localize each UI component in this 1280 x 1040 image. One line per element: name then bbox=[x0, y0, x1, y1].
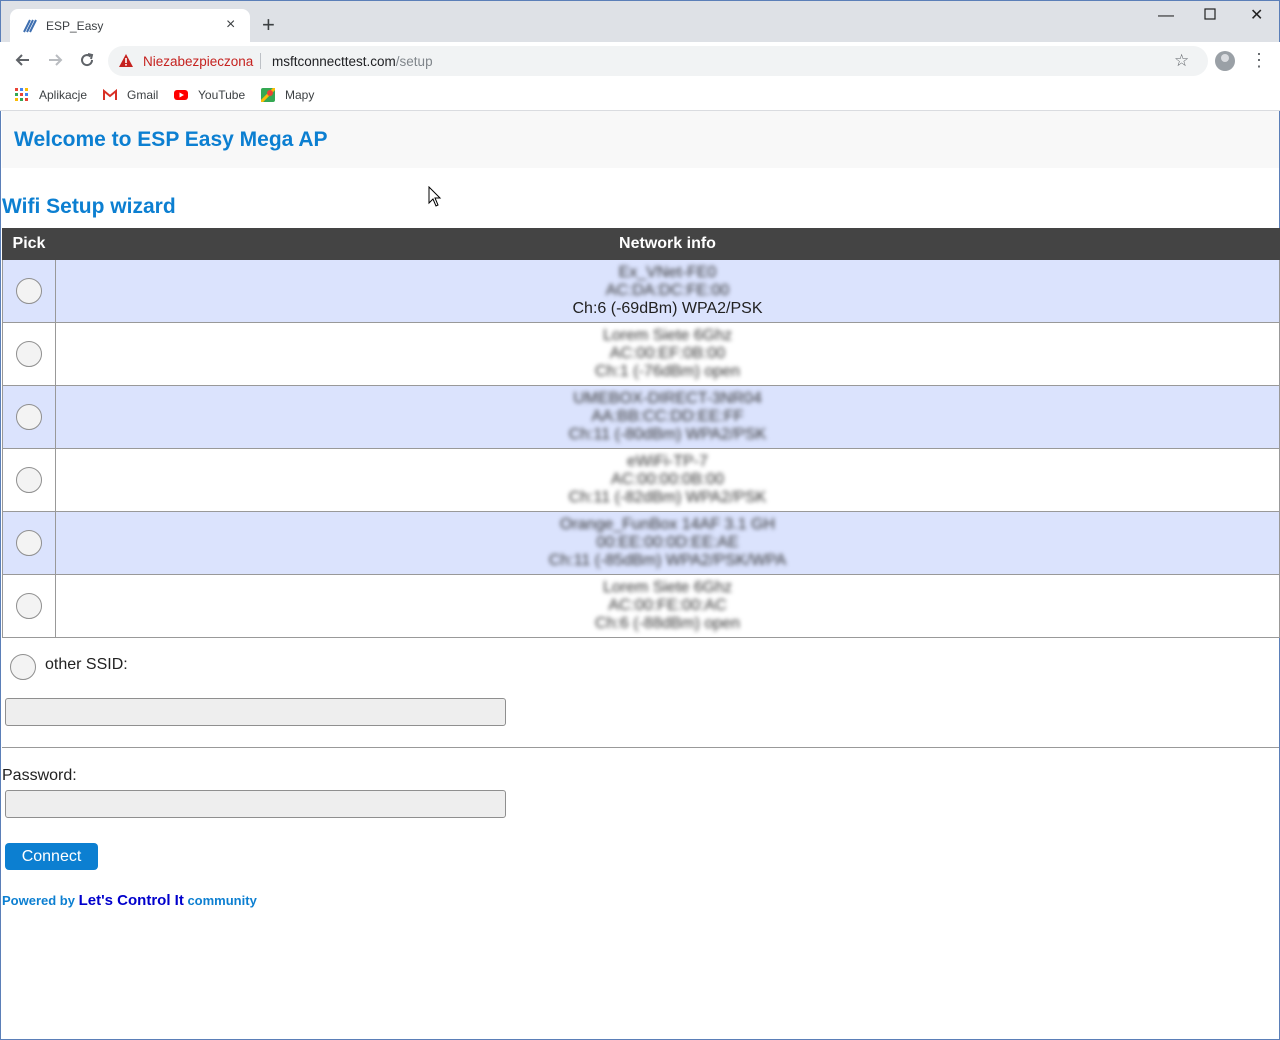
network-details: Ch:11 (-80dBm) WPA2/PSK bbox=[568, 426, 767, 443]
network-radio[interactable] bbox=[16, 404, 42, 430]
browser-toolbar: Niezabezpieczona msftconnecttest.com/set… bbox=[0, 42, 1280, 80]
bookmark-label: Aplikacje bbox=[39, 88, 88, 102]
table-row[interactable]: Lorem Siete 6Ghz AC:00:EF:0B:00 Ch:1 (-76d… bbox=[2, 322, 1280, 386]
network-ssid: Lorem Siete 6Ghz bbox=[603, 579, 732, 596]
gmail-icon bbox=[103, 88, 117, 100]
network-radio[interactable] bbox=[16, 467, 42, 493]
network-info-cell: Ex_VNet-FE0 AC:DA:DC:FE:00 Ch:6 (-69dBm) W… bbox=[55, 259, 1280, 323]
bookmarks-bar: Aplikacje Gmail YouTube Mapy bbox=[0, 80, 1280, 111]
url-text[interactable]: msftconnecttest.com/setup bbox=[272, 54, 433, 69]
footer-prefix: Powered by bbox=[2, 893, 75, 908]
network-info-cell: UMEBOX-DIRECT-3NR04 AA:BB:CC:DD:EE:FF Ch:1… bbox=[55, 385, 1280, 449]
mouse-cursor-icon bbox=[428, 186, 442, 207]
column-header-pick: Pick bbox=[2, 228, 56, 260]
network-ssid: UMEBOX-DIRECT-3NR04 bbox=[573, 390, 762, 407]
password-input[interactable] bbox=[5, 790, 506, 818]
pick-cell bbox=[2, 322, 56, 386]
bookmark-label: Gmail bbox=[127, 88, 159, 102]
address-separator bbox=[260, 53, 261, 69]
divider bbox=[2, 747, 1279, 748]
pick-cell bbox=[2, 511, 56, 575]
network-bssid: AC:00:EF:0B:00 bbox=[609, 345, 726, 362]
footer-link[interactable]: Let's Control It bbox=[79, 892, 184, 909]
other-ssid-input[interactable] bbox=[5, 698, 506, 726]
maps-icon bbox=[261, 88, 275, 102]
tab-title: ESP_Easy bbox=[46, 19, 104, 33]
address-bar[interactable]: Niezabezpieczona msftconnecttest.com/set… bbox=[108, 46, 1208, 76]
network-bssid: AA:BB:CC:DD:EE:FF bbox=[591, 408, 744, 425]
network-info-cell: Orange_FunBox 14AF 3.1 GH 00:EE:00:0D:EE:… bbox=[55, 511, 1280, 575]
pick-cell bbox=[2, 259, 56, 323]
table-header-row: Pick Network info bbox=[2, 228, 1280, 260]
table-row[interactable]: UMEBOX-DIRECT-3NR04 AA:BB:CC:DD:EE:FF Ch:1… bbox=[2, 385, 1280, 449]
network-info-cell: Lorem Siete 6Ghz AC:00:EF:0B:00 Ch:1 (-76d… bbox=[55, 322, 1280, 386]
page-title: Welcome to ESP Easy Mega AP bbox=[14, 128, 328, 151]
tab-close-icon[interactable]: × bbox=[226, 17, 235, 33]
network-table: Pick Network info Ex_VNet-FE0 AC:DA:DC:FE… bbox=[2, 228, 1280, 638]
url-host: msftconnecttest.com bbox=[272, 54, 396, 69]
tab-esp-easy[interactable]: ESP_Easy × bbox=[10, 9, 250, 43]
wizard-title: Wifi Setup wizard bbox=[2, 195, 176, 218]
bookmark-label: YouTube bbox=[198, 88, 246, 102]
network-bssid: AC:00:00:0B:00 bbox=[611, 471, 724, 488]
network-info-cell: eWiFi-TP-7 AC:00:00:0B:00 Ch:11 (-82dBm) W… bbox=[55, 448, 1280, 512]
network-radio[interactable] bbox=[16, 530, 42, 556]
network-details: Ch:11 (-82dBm) WPA2/PSK bbox=[568, 489, 767, 506]
window-close-icon[interactable]: ✕ bbox=[1250, 7, 1263, 25]
connect-button[interactable]: Connect bbox=[5, 843, 98, 870]
table-row[interactable]: Lorem Siete 6Ghz AC:00:FE:00:AC Ch:6 (-88d… bbox=[2, 574, 1280, 638]
network-details: Ch:6 (-69dBm) WPA2/PSK bbox=[572, 300, 763, 317]
pick-cell bbox=[2, 574, 56, 638]
password-label: Password: bbox=[2, 767, 77, 784]
bookmark-label: Mapy bbox=[285, 88, 315, 102]
warning-icon[interactable] bbox=[118, 53, 134, 69]
network-details: Ch:1 (-76dBm) open bbox=[595, 363, 740, 380]
menu-dots-icon[interactable]: ⋮ bbox=[1250, 51, 1268, 69]
tab-strip: ESP_Easy × + — ✕ bbox=[0, 0, 1280, 43]
network-ssid: eWiFi-TP-7 bbox=[627, 453, 708, 470]
network-details: Ch:6 (-88dBm) open bbox=[595, 615, 740, 632]
network-bssid: AC:DA:DC:FE:00 bbox=[605, 282, 730, 299]
network-bssid: 00:EE:00:0D:EE:AE bbox=[596, 534, 739, 551]
minimize-icon[interactable]: — bbox=[1158, 7, 1174, 25]
network-bssid: AC:00:FE:00:AC bbox=[608, 597, 727, 614]
network-details: Ch:11 (-85dBm) WPA2/PSK/WPA bbox=[548, 552, 787, 569]
other-ssid-radio[interactable] bbox=[10, 654, 36, 680]
new-tab-button[interactable]: + bbox=[262, 14, 275, 36]
footer-suffix: community bbox=[187, 893, 257, 908]
network-radio[interactable] bbox=[16, 341, 42, 367]
security-status[interactable]: Niezabezpieczona bbox=[143, 54, 253, 69]
table-row[interactable]: eWiFi-TP-7 AC:00:00:0B:00 Ch:11 (-82dBm) W… bbox=[2, 448, 1280, 512]
network-ssid: Orange_FunBox 14AF 3.1 GH bbox=[559, 516, 776, 533]
url-path: /setup bbox=[395, 54, 433, 69]
network-radio[interactable] bbox=[16, 278, 42, 304]
network-radio[interactable] bbox=[16, 593, 42, 619]
page-content: Welcome to ESP Easy Mega AP Wifi Setup w… bbox=[0, 111, 1280, 1040]
forward-arrow-icon[interactable] bbox=[45, 50, 65, 70]
table-row[interactable]: Ex_VNet-FE0 AC:DA:DC:FE:00 Ch:6 (-69dBm) W… bbox=[2, 259, 1280, 323]
header-band: Welcome to ESP Easy Mega AP bbox=[2, 111, 1279, 168]
network-info-cell: Lorem Siete 6Ghz AC:00:FE:00:AC Ch:6 (-88d… bbox=[55, 574, 1280, 638]
table-row[interactable]: Orange_FunBox 14AF 3.1 GH 00:EE:00:0D:EE:… bbox=[2, 511, 1280, 575]
back-arrow-icon[interactable] bbox=[13, 50, 33, 70]
reload-icon[interactable] bbox=[77, 50, 97, 70]
network-ssid: Ex_VNet-FE0 bbox=[618, 264, 717, 281]
profile-avatar-icon[interactable] bbox=[1215, 51, 1235, 71]
other-ssid-label: other SSID: bbox=[45, 656, 128, 673]
network-ssid: Lorem Siete 6Ghz bbox=[603, 327, 732, 344]
maximize-icon[interactable] bbox=[1204, 7, 1216, 25]
bookmark-star-icon[interactable]: ☆ bbox=[1174, 51, 1189, 71]
pick-cell bbox=[2, 385, 56, 449]
pick-cell bbox=[2, 448, 56, 512]
footer: Powered by Let's Control It community bbox=[2, 892, 257, 909]
apps-grid-icon bbox=[15, 88, 28, 101]
browser-chrome: ESP_Easy × + — ✕ Niezabezpieczona msftco… bbox=[0, 0, 1280, 112]
column-header-network-info: Network info bbox=[55, 228, 1280, 260]
esp-easy-favicon-icon bbox=[23, 19, 37, 33]
youtube-icon bbox=[174, 90, 188, 100]
